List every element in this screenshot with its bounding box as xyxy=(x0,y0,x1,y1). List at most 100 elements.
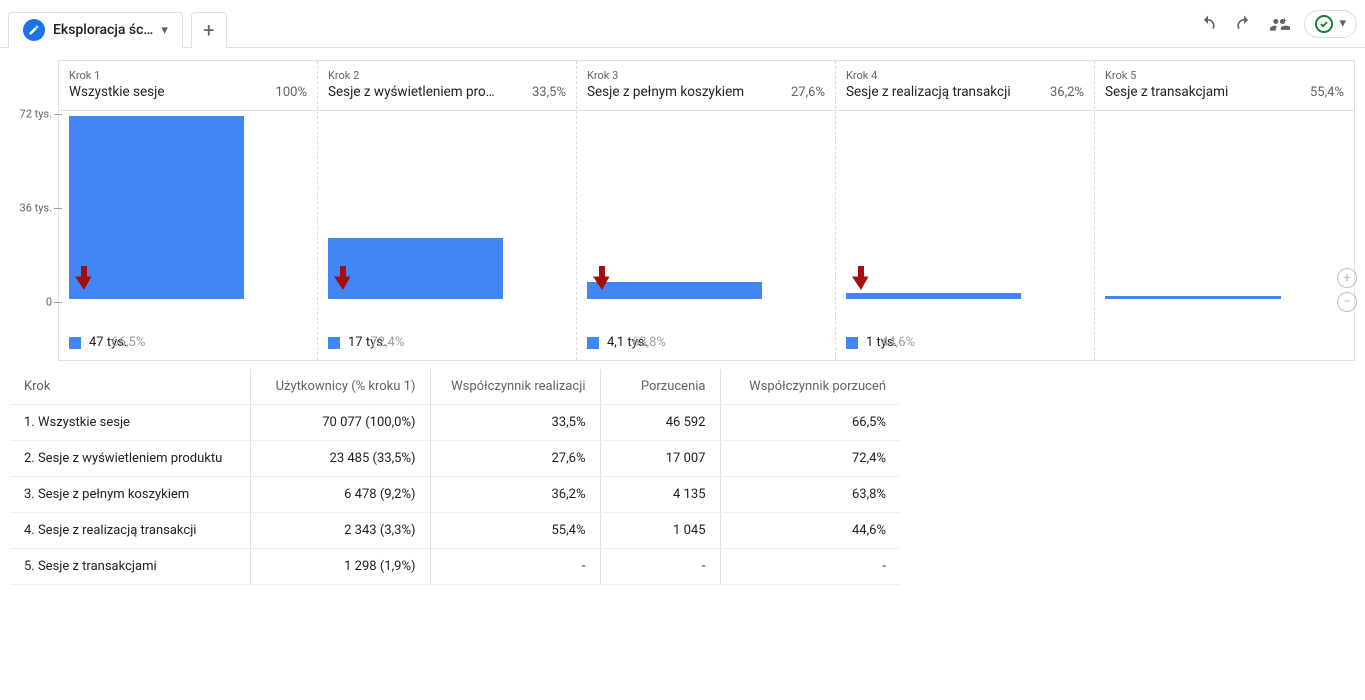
cell: 1. Wszystkie sesje xyxy=(10,405,250,441)
cell: 70 077 (100,0%) xyxy=(250,405,430,441)
step-name: Sesje z transakcjami xyxy=(1105,84,1228,100)
share-button[interactable] xyxy=(1262,6,1298,42)
cell: - xyxy=(720,549,900,585)
step-percent: 55,4% xyxy=(1310,85,1344,100)
dropoff-percent: 44,6% xyxy=(881,335,915,350)
cell: 33,5% xyxy=(430,405,600,441)
exploration-tab[interactable]: Eksploracja śc… ▾ xyxy=(8,12,183,48)
step-number: Krok 3 xyxy=(587,69,825,82)
col-header[interactable]: Współczynnik realizacji xyxy=(430,369,600,405)
zoom-out-button[interactable]: − xyxy=(1337,292,1357,312)
col-header[interactable]: Współczynnik porzuceń xyxy=(720,369,900,405)
col-header[interactable]: Porzucenia xyxy=(600,369,720,405)
step-number: Krok 1 xyxy=(69,69,307,82)
table-row[interactable]: 1. Wszystkie sesje70 077 (100,0%)33,5%46… xyxy=(10,405,900,441)
legend-swatch xyxy=(846,337,858,349)
step-name: Sesje z realizacją transakcji xyxy=(846,84,1011,100)
step-header: Krok 1 Wszystkie sesje 100% xyxy=(59,61,317,111)
funnel-step[interactable]: Krok 1 Wszystkie sesje 100% 47 tys. 66,5… xyxy=(59,61,318,360)
undo-button[interactable] xyxy=(1190,6,1226,42)
cell: 4 135 xyxy=(600,477,720,513)
step-percent: 27,6% xyxy=(791,85,825,100)
funnel-step[interactable]: Krok 2 Sesje z wyświetleniem pro… 33,5% … xyxy=(318,61,577,360)
cell: 36,2% xyxy=(430,477,600,513)
col-header[interactable]: Użytkownicy (% kroku 1) xyxy=(250,369,430,405)
funnel-step[interactable]: Krok 5 Sesje z transakcjami 55,4% xyxy=(1095,61,1354,360)
legend-swatch xyxy=(69,337,81,349)
bar[interactable] xyxy=(328,238,503,299)
ytick-label: 36 tys. xyxy=(20,202,52,215)
chevron-down-icon: ▾ xyxy=(1339,16,1346,31)
bar[interactable] xyxy=(69,116,244,299)
y-axis: 72 tys. 36 tys. 0 xyxy=(10,114,58,302)
cell: 1 045 xyxy=(600,513,720,549)
redo-button[interactable] xyxy=(1226,6,1262,42)
funnel-table: KrokUżytkownicy (% kroku 1)Współczynnik … xyxy=(10,369,1355,585)
step-number: Krok 4 xyxy=(846,69,1084,82)
bar-area xyxy=(577,111,835,299)
step-footer: 4,1 tys. 63,8% xyxy=(577,299,835,360)
table-row[interactable]: 3. Sesje z pełnym koszykiem6 478 (9,2%)3… xyxy=(10,477,900,513)
cell: - xyxy=(430,549,600,585)
step-footer: 17 tys. 72,4% xyxy=(318,299,576,360)
bar[interactable] xyxy=(587,282,762,299)
step-header: Krok 4 Sesje z realizacją transakcji 36,… xyxy=(836,61,1094,111)
cell: 5. Sesje z transakcjami xyxy=(10,549,250,585)
funnel-step[interactable]: Krok 4 Sesje z realizacją transakcji 36,… xyxy=(836,61,1095,360)
cell: 66,5% xyxy=(720,405,900,441)
funnel-step[interactable]: Krok 3 Sesje z pełnym koszykiem 27,6% 4,… xyxy=(577,61,836,360)
cell: 6 478 (9,2%) xyxy=(250,477,430,513)
step-number: Krok 2 xyxy=(328,69,566,82)
cell: 72,4% xyxy=(720,441,900,477)
ytick-label: 0 xyxy=(46,296,52,309)
dropoff-percent: 66,5% xyxy=(111,335,145,350)
step-header: Krok 5 Sesje z transakcjami 55,4% xyxy=(1095,61,1354,111)
cell: 23 485 (33,5%) xyxy=(250,441,430,477)
dropoff-percent: 72,4% xyxy=(370,335,404,350)
cell: 44,6% xyxy=(720,513,900,549)
edit-icon xyxy=(23,19,45,41)
table-row[interactable]: 2. Sesje z wyświetleniem produktu23 485 … xyxy=(10,441,900,477)
zoom-in-button[interactable]: + xyxy=(1337,268,1357,288)
step-name: Sesje z wyświetleniem pro… xyxy=(328,84,495,100)
zoom-controls: + − xyxy=(1337,268,1357,312)
step-number: Krok 5 xyxy=(1105,69,1344,82)
bar-area xyxy=(59,111,317,299)
step-percent: 36,2% xyxy=(1050,85,1084,100)
bar-area xyxy=(836,111,1094,299)
cell: 3. Sesje z pełnym koszykiem xyxy=(10,477,250,513)
funnel-chart: 72 tys. 36 tys. 0 Krok 1 Wszystkie sesje… xyxy=(10,60,1355,361)
bar-area xyxy=(318,111,576,299)
cell: 55,4% xyxy=(430,513,600,549)
dropoff-arrow-icon xyxy=(852,265,870,295)
cell: 2. Sesje z wyświetleniem produktu xyxy=(10,441,250,477)
cell: - xyxy=(600,549,720,585)
step-percent: 100% xyxy=(276,85,307,100)
cell: 63,8% xyxy=(720,477,900,513)
step-footer: 1 tys. 44,6% xyxy=(836,299,1094,360)
dropoff-arrow-icon xyxy=(593,265,611,295)
bar-area xyxy=(1095,111,1354,299)
col-header[interactable]: Krok xyxy=(10,369,250,405)
dropoff-percent: 63,8% xyxy=(632,335,666,350)
topbar: Eksploracja śc… ▾ + ▾ xyxy=(0,0,1365,48)
legend-swatch xyxy=(328,337,340,349)
table-row[interactable]: 4. Sesje z realizacją transakcji2 343 (3… xyxy=(10,513,900,549)
cell: 17 007 xyxy=(600,441,720,477)
table-row[interactable]: 5. Sesje z transakcjami1 298 (1,9%)--- xyxy=(10,549,900,585)
chevron-down-icon[interactable]: ▾ xyxy=(161,23,168,38)
add-tab-button[interactable]: + xyxy=(191,12,227,48)
cell: 2 343 (3,3%) xyxy=(250,513,430,549)
legend-swatch xyxy=(587,337,599,349)
tab-title: Eksploracja śc… xyxy=(53,22,153,38)
step-percent: 33,5% xyxy=(532,85,566,100)
cell: 1 298 (1,9%) xyxy=(250,549,430,585)
step-header: Krok 2 Sesje z wyświetleniem pro… 33,5% xyxy=(318,61,576,111)
step-footer xyxy=(1095,299,1354,317)
ytick-label: 72 tys. xyxy=(20,108,52,121)
dropoff-arrow-icon xyxy=(75,265,93,295)
step-name: Sesje z pełnym koszykiem xyxy=(587,84,744,100)
step-name: Wszystkie sesje xyxy=(69,84,165,100)
status-menu[interactable]: ▾ xyxy=(1304,10,1357,38)
cell: 4. Sesje z realizacją transakcji xyxy=(10,513,250,549)
